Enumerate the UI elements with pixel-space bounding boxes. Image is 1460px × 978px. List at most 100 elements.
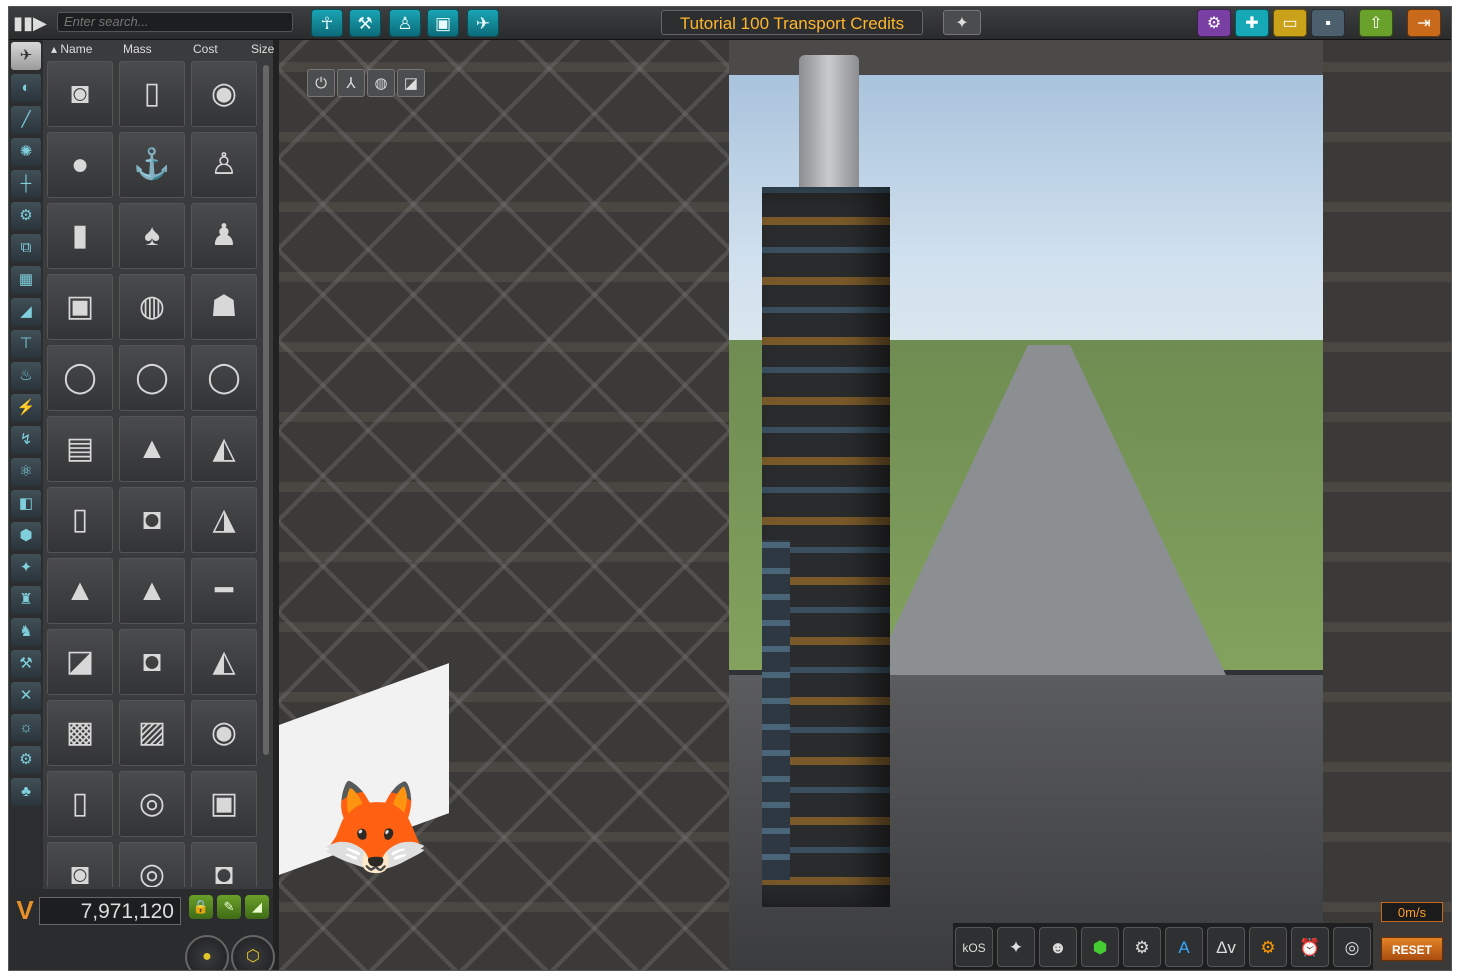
part-tile-round-probe-3[interactable]: ◯ — [191, 345, 257, 411]
part-tile-pilot-pod[interactable]: ◮ — [191, 487, 257, 553]
menu-icon[interactable]: ▮▮▶ — [13, 11, 47, 35]
angle-snap-button[interactable]: ⬡ — [231, 935, 275, 970]
load-craft-button[interactable]: ▭ — [1273, 9, 1307, 37]
part-tile-hatch-pod[interactable]: ◪ — [47, 629, 113, 695]
part-tile-drum-1[interactable]: ◙ — [47, 842, 113, 887]
ground-icon[interactable]: ⊤ — [11, 330, 41, 358]
flag-button[interactable]: ✦ — [943, 10, 981, 35]
coupling-icon[interactable]: ⧉ — [11, 234, 41, 262]
part-tile-orange-sphere[interactable]: ● — [47, 132, 113, 198]
kerbal-engineer-icon[interactable]: A — [1165, 927, 1203, 967]
pods-icon[interactable]: ✈ — [11, 42, 41, 70]
part-tile-nose-cone[interactable]: ▲ — [47, 558, 113, 624]
sort-cost-header[interactable]: Cost — [193, 42, 218, 56]
gear-icon[interactable]: ⚙ — [1249, 927, 1287, 967]
part-tile-round-module[interactable]: ◉ — [191, 700, 257, 766]
steam-button[interactable]: ⚙ — [1197, 9, 1231, 37]
vehicle-assembly-building-view[interactable]: 🦊 — [279, 35, 1451, 970]
wrench-icon[interactable]: ✕ — [11, 682, 41, 710]
wrench-hammer-icon[interactable]: ⚒ — [349, 9, 381, 37]
part-tile-drum-2[interactable]: ◎ — [119, 842, 185, 887]
light-icon[interactable]: ☼ — [11, 714, 41, 742]
rover-icon[interactable]: ⚙ — [11, 746, 41, 774]
part-tile-white-capsule[interactable]: ♟ — [191, 203, 257, 269]
aero-icon[interactable]: ◢ — [11, 298, 41, 326]
kerbal-eva-icon[interactable]: ☥ — [311, 9, 343, 37]
payload-icon[interactable]: ▦ — [11, 266, 41, 294]
alarm-clock-icon[interactable]: ⏰ — [1291, 927, 1329, 967]
plane-icon[interactable]: ✈ — [467, 9, 499, 37]
part-tile-round-probe-1[interactable]: ◯ — [47, 345, 113, 411]
engine-icon[interactable]: ╱ — [11, 106, 41, 134]
launch-button[interactable]: ⇧ — [1359, 9, 1393, 37]
control-icon[interactable]: ✺ — [11, 138, 41, 166]
part-tile-grey-drum[interactable]: ◘ — [119, 487, 185, 553]
green-cube-icon[interactable]: ⬢ — [1081, 927, 1119, 967]
rocket-side-booster[interactable] — [762, 540, 790, 880]
reset-button[interactable]: RESET — [1381, 937, 1443, 961]
new-craft-button[interactable]: ✚ — [1235, 9, 1269, 37]
raccoon-app-icon[interactable]: ☻ — [1039, 927, 1077, 967]
part-tile-gold-canister[interactable]: ◉ — [191, 61, 257, 127]
part-tile-eva-pod[interactable]: ◭ — [191, 629, 257, 695]
part-tile-probe-core[interactable]: ▮ — [47, 203, 113, 269]
part-tile-command-pod[interactable]: ◭ — [191, 416, 257, 482]
power-icon[interactable]: ⏻ — [307, 69, 335, 97]
cube-icon[interactable]: ▣ — [427, 9, 459, 37]
symmetry-icon[interactable]: ⅄ — [337, 69, 365, 97]
kos-button[interactable]: kOS — [955, 927, 993, 967]
sort-size-header[interactable]: Size — [251, 42, 274, 56]
mod-icon-3[interactable]: ⚒ — [11, 650, 41, 678]
part-tile-red-dome-capsule[interactable]: ♠ — [119, 203, 185, 269]
thermal-icon[interactable]: ♨ — [11, 362, 41, 390]
robotics-icon[interactable]: ⚙ — [11, 202, 41, 230]
part-tile-hub-module[interactable]: ▨ — [119, 700, 185, 766]
part-tile-square-probe[interactable]: ▤ — [47, 416, 113, 482]
part-tile-tank-module[interactable]: ▯ — [47, 771, 113, 837]
part-tile-blue-cylinder[interactable]: ▯ — [47, 487, 113, 553]
mod-icon-2[interactable]: ♞ — [11, 618, 41, 646]
sort-name-header[interactable]: ▴ Name — [51, 42, 92, 56]
part-tile-drum-3[interactable]: ◘ — [191, 842, 257, 887]
save-craft-button[interactable]: ▪ — [1311, 9, 1345, 37]
utility-icon[interactable]: ⬢ — [11, 522, 41, 550]
sort-mass-header[interactable]: Mass — [123, 42, 152, 56]
robot-arm-icon[interactable]: ⚙ — [1123, 927, 1161, 967]
radial-symmetry-button[interactable]: ● — [185, 935, 229, 970]
part-tile-black-cone[interactable]: ▲ — [119, 558, 185, 624]
part-tile-mk1-pod[interactable]: ◙ — [47, 61, 113, 127]
electrical-icon[interactable]: ⚡ — [11, 394, 41, 422]
pod-icon[interactable]: ♙ — [389, 9, 421, 37]
globe-icon[interactable]: ◍ — [367, 69, 395, 97]
exit-button[interactable]: ⇥ — [1407, 9, 1441, 37]
snap-icon[interactable]: ◪ — [397, 69, 425, 97]
part-tile-service-bay[interactable]: ▣ — [47, 274, 113, 340]
part-tile-white-drum[interactable]: ◘ — [119, 629, 185, 695]
part-tile-round-probe-2[interactable]: ◯ — [119, 345, 185, 411]
part-tile-gold-pod[interactable]: ☗ — [191, 274, 257, 340]
part-tile-dock-module[interactable]: ▣ — [191, 771, 257, 837]
fox-app-icon[interactable]: ✦ — [997, 927, 1035, 967]
lock-icon[interactable]: 🔒 — [189, 895, 213, 919]
part-tile-cube-module[interactable]: ▩ — [47, 700, 113, 766]
part-tile-fuel-tank[interactable]: ▯ — [119, 61, 185, 127]
fox-icon[interactable]: ✦ — [11, 554, 41, 582]
leaf-icon[interactable]: ♣ — [11, 778, 41, 806]
parts-scrollbar[interactable] — [263, 65, 269, 755]
antenna-icon[interactable]: ◎ — [1333, 927, 1371, 967]
mod-icon[interactable]: ♜ — [11, 586, 41, 614]
part-tile-cone-probe[interactable]: ▲ — [119, 416, 185, 482]
part-tile-small-capsule[interactable]: ♙ — [191, 132, 257, 198]
part-tile-landing-leg[interactable]: ⚓ — [119, 132, 185, 198]
attach-node-icon[interactable]: ✎ — [217, 895, 241, 919]
part-tile-rocket-body[interactable]: ━ — [191, 558, 257, 624]
communication-icon[interactable]: ↯ — [11, 426, 41, 454]
fuel-tank-icon[interactable]: ◐ — [11, 74, 41, 102]
structural-icon[interactable]: ┼ — [11, 170, 41, 198]
surface-attach-icon[interactable]: ◢ — [245, 895, 269, 919]
science-icon[interactable]: ⚛ — [11, 458, 41, 486]
rocket-upper-stage[interactable] — [799, 55, 859, 195]
delta-v-button[interactable]: Δv — [1207, 927, 1245, 967]
cargo-icon[interactable]: ◧ — [11, 490, 41, 518]
search-input[interactable] — [57, 12, 293, 32]
